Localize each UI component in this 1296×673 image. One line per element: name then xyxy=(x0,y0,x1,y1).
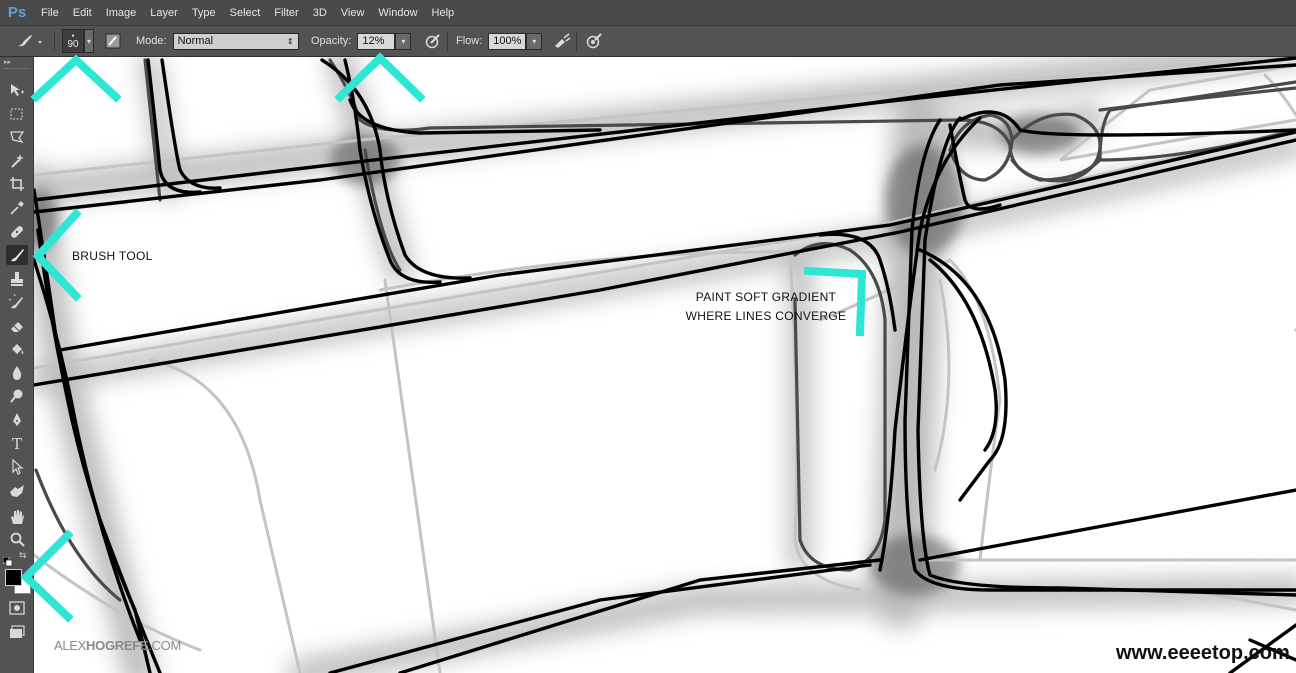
road-lines-artwork xyxy=(34,57,1296,673)
pressure-size-toggle[interactable] xyxy=(585,26,603,56)
flow-input[interactable]: 100% xyxy=(488,32,527,50)
tools-panel: ▸▸ T ⇆ xyxy=(0,57,34,673)
pressure-size-icon xyxy=(586,33,602,49)
airbrush-toggle[interactable] xyxy=(553,26,571,56)
opacity-input[interactable]: 12% xyxy=(357,32,396,50)
panel-grip[interactable] xyxy=(4,68,28,71)
brush-size-value: 90 xyxy=(67,39,79,50)
menu-bar: Ps File Edit Image Layer Type Select Fil… xyxy=(0,0,1296,26)
mode-value: Normal xyxy=(177,35,214,47)
paint-bucket-icon[interactable] xyxy=(6,339,28,359)
move-tool-icon[interactable] xyxy=(6,80,28,100)
foreground-color-swatch[interactable] xyxy=(5,569,22,586)
hand-tool-icon[interactable] xyxy=(6,507,28,527)
opacity-label: Opacity: xyxy=(311,35,352,47)
tool-preset-picker[interactable] xyxy=(14,26,42,56)
brush-tool-icon[interactable] xyxy=(6,245,28,265)
document-canvas[interactable]: BRUSH TOOL PAINT SOFT GRADIENT WHERE LIN… xyxy=(34,57,1296,673)
mode-group: Mode: Normal ⇕ xyxy=(136,26,299,56)
menu-help[interactable]: Help xyxy=(425,7,462,19)
gradient-annotation-line2: WHERE LINES CONVERGE xyxy=(685,309,847,323)
pressure-opacity-toggle[interactable] xyxy=(424,26,442,56)
mode-select[interactable]: Normal ⇕ xyxy=(172,32,299,50)
eeeetop-watermark: www.eeeetop.com xyxy=(1116,642,1290,664)
collapse-arrows-icon[interactable]: ▸▸ xyxy=(4,58,11,66)
zoom-tool-icon[interactable] xyxy=(6,529,28,549)
healing-brush-icon[interactable] xyxy=(6,222,28,242)
menu-filter[interactable]: Filter xyxy=(267,7,305,19)
magic-wand-icon[interactable] xyxy=(6,151,28,171)
separator xyxy=(447,31,448,51)
flow-group: Flow: 100% ▾ xyxy=(456,26,543,56)
brush-preset-icon xyxy=(18,35,42,47)
path-selection-icon[interactable] xyxy=(6,457,28,477)
marquee-tool-icon[interactable] xyxy=(6,104,28,124)
brush-size-dropdown[interactable]: ▾ xyxy=(84,29,94,53)
opacity-dropdown[interactable]: ▾ xyxy=(395,32,412,50)
history-brush-icon[interactable] xyxy=(6,292,28,312)
brush-size-swatch[interactable]: ● 90 xyxy=(62,29,84,53)
menu-edit[interactable]: Edit xyxy=(66,7,99,19)
menu-view[interactable]: View xyxy=(334,7,372,19)
pen-tool-icon[interactable] xyxy=(6,410,28,430)
eraser-icon[interactable] xyxy=(6,316,28,336)
shape-tool-icon[interactable] xyxy=(6,481,28,501)
brush-size-picker[interactable]: ● 90 ▾ xyxy=(62,26,94,56)
flow-dropdown[interactable]: ▾ xyxy=(526,32,543,50)
opacity-value: 12% xyxy=(362,35,385,47)
photoshop-logo: Ps xyxy=(7,4,27,21)
menu-image[interactable]: Image xyxy=(99,7,144,19)
flow-label: Flow: xyxy=(456,35,483,47)
menu-window[interactable]: Window xyxy=(371,7,424,19)
opacity-group: Opacity: 12% ▾ xyxy=(311,26,412,56)
lasso-tool-icon[interactable] xyxy=(6,127,28,147)
type-tool-icon[interactable]: T xyxy=(6,434,28,454)
menu-file[interactable]: File xyxy=(34,7,66,19)
airbrush-icon xyxy=(555,33,571,48)
menu-select[interactable]: Select xyxy=(223,7,268,19)
options-bar: ● 90 ▾ Mode: Normal ⇕ Opacity: 12% ▾ Flo… xyxy=(0,26,1296,57)
brush-tool-annotation: BRUSH TOOL xyxy=(72,249,153,263)
pressure-opacity-icon xyxy=(425,34,440,49)
updown-icon: ⇕ xyxy=(286,36,294,46)
gradient-annotation-line1: PAINT SOFT GRADIENT xyxy=(695,290,837,304)
screen-mode-icon[interactable] xyxy=(6,622,28,642)
separator xyxy=(576,31,577,51)
swap-colors-icon[interactable]: ⇆ xyxy=(19,551,27,561)
menu-3d[interactable]: 3D xyxy=(306,7,334,19)
eyedropper-icon[interactable] xyxy=(6,198,28,218)
alexhogrefe-watermark: ALEXHOGREFE.COM xyxy=(54,638,181,653)
crop-tool-icon[interactable] xyxy=(6,174,28,194)
clone-stamp-icon[interactable] xyxy=(6,269,28,289)
quick-mask-icon[interactable] xyxy=(6,598,28,618)
menu-layer[interactable]: Layer xyxy=(143,7,185,19)
dodge-tool-icon[interactable] xyxy=(6,386,28,406)
separator xyxy=(54,31,55,51)
menu-type[interactable]: Type xyxy=(185,7,223,19)
blur-tool-icon[interactable] xyxy=(6,363,28,383)
brush-panel-icon xyxy=(105,33,121,49)
mode-label: Mode: xyxy=(136,35,167,47)
brush-panel-toggle[interactable] xyxy=(104,26,122,56)
flow-value: 100% xyxy=(493,35,522,47)
